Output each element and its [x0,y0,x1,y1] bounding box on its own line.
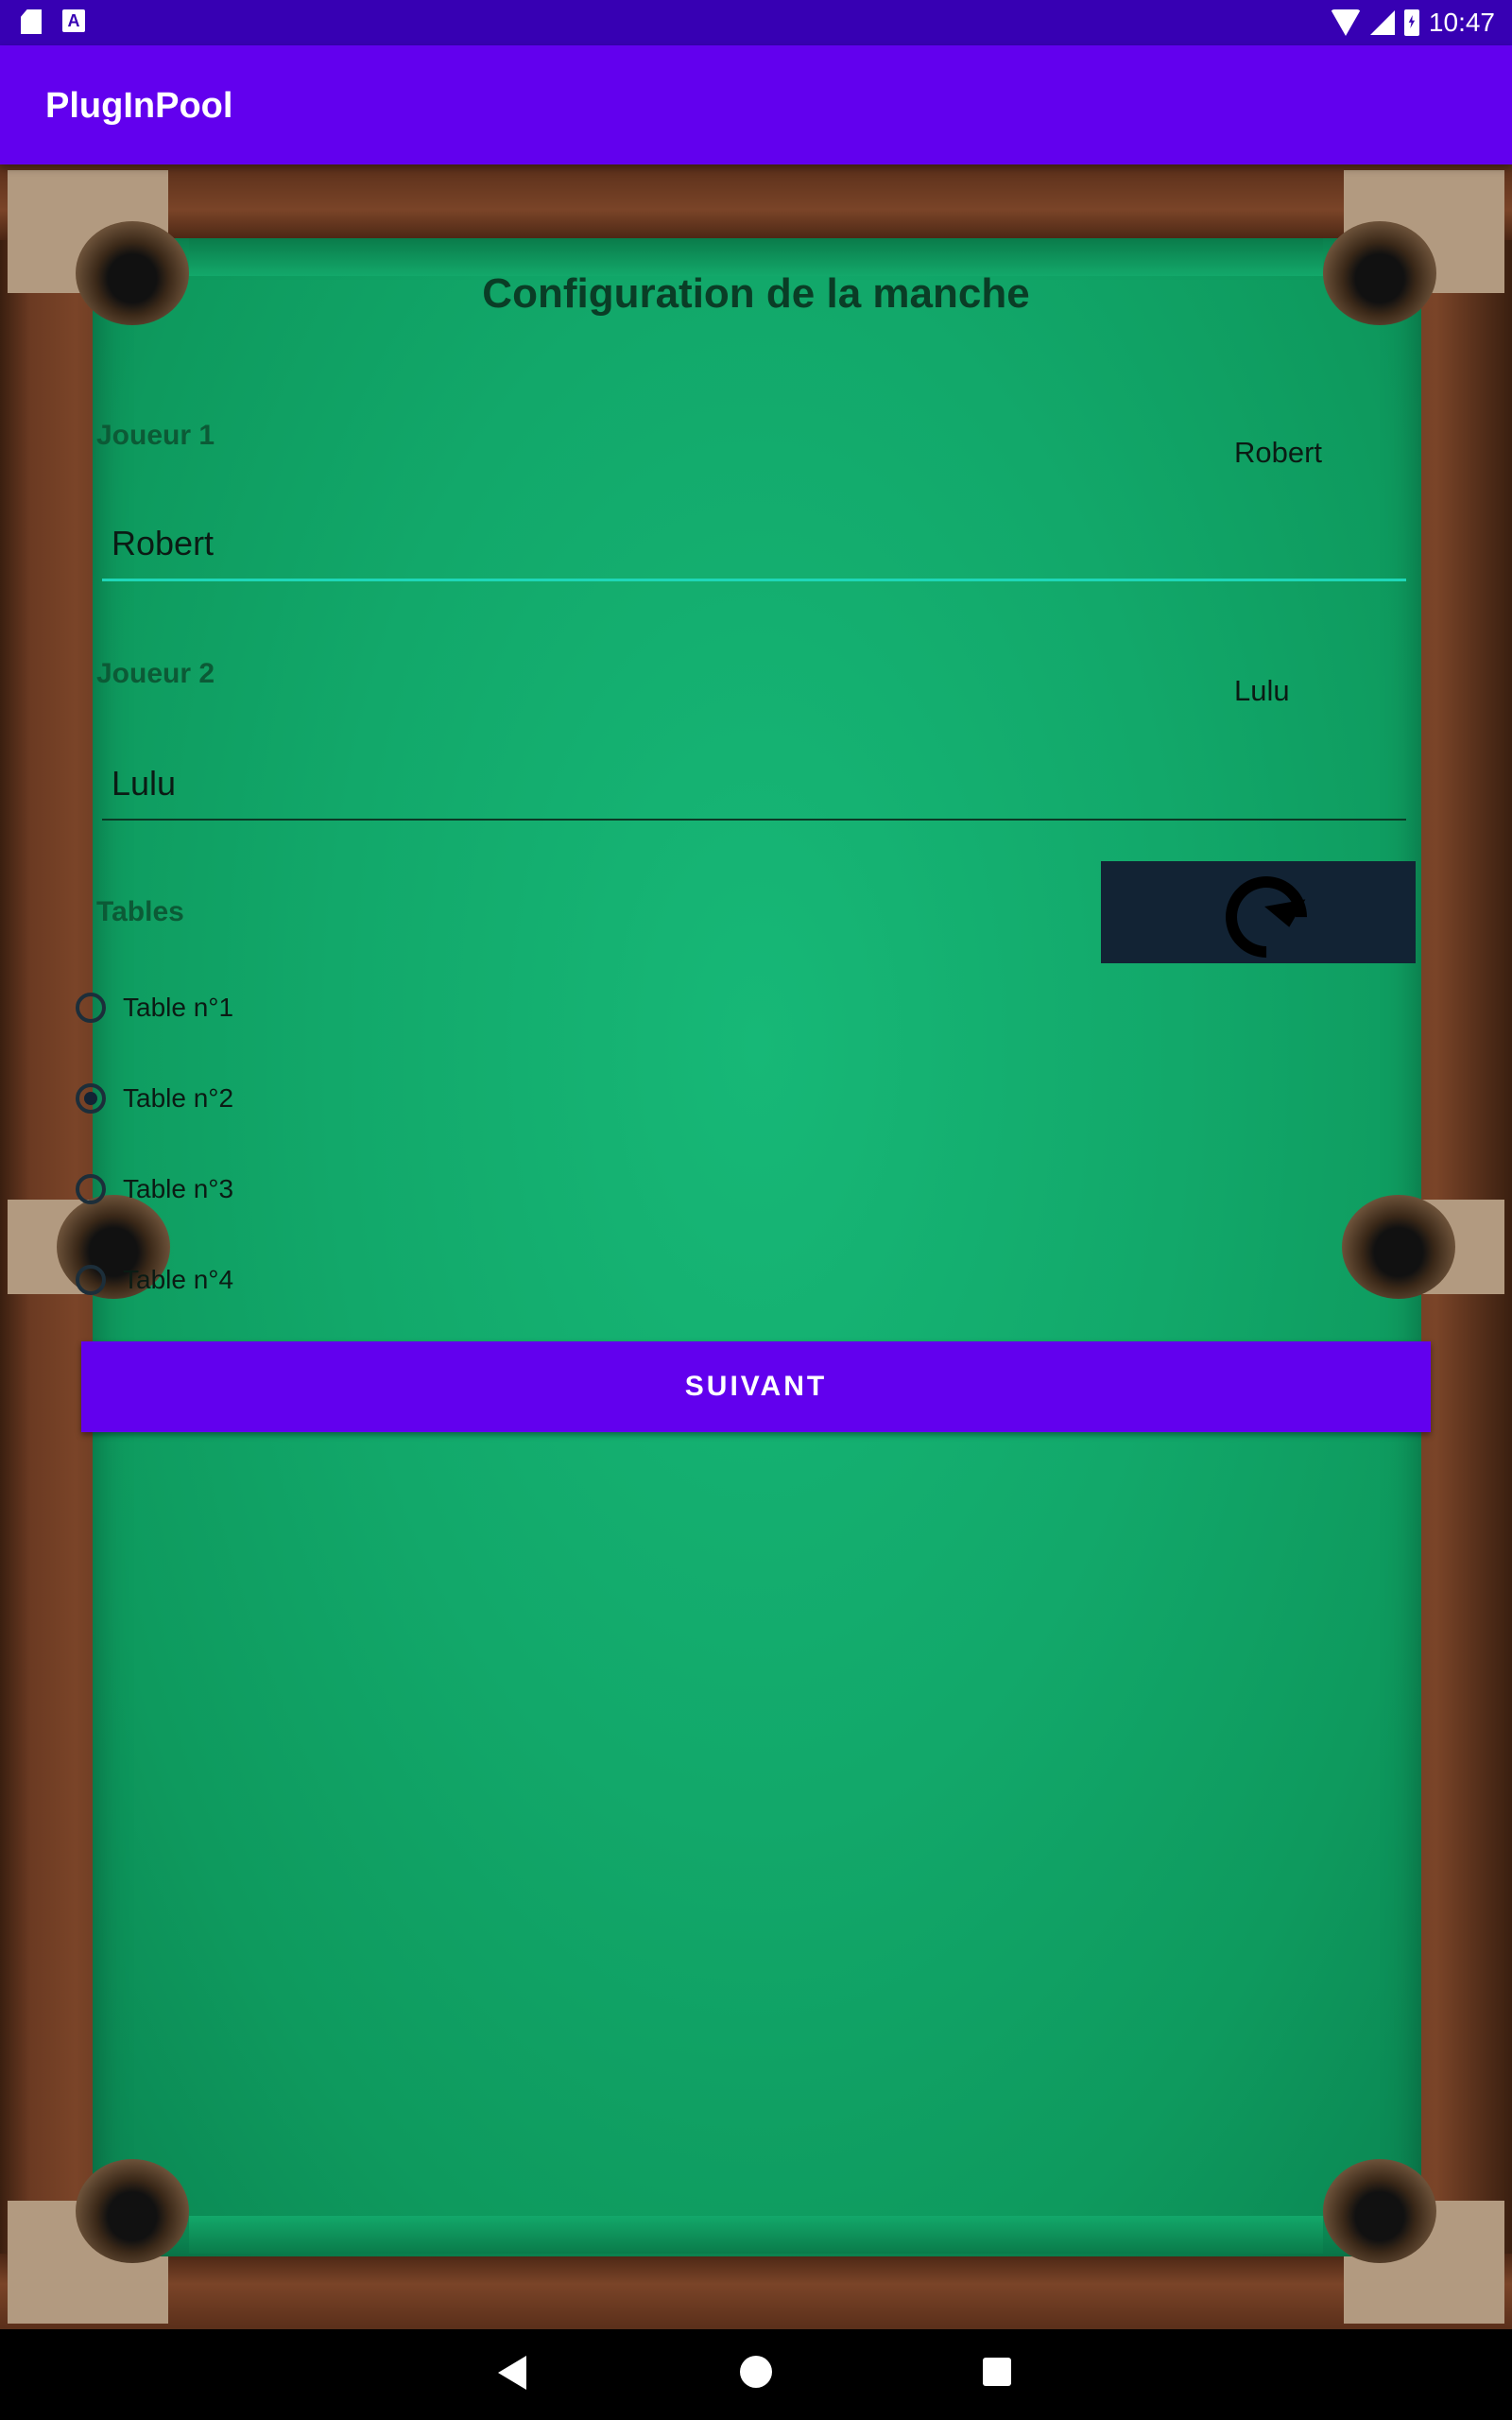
radio-circle [76,1174,106,1204]
table-radio-3[interactable]: Table n°3 [76,1166,233,1213]
radio-circle [76,1265,106,1295]
player2-input[interactable] [102,752,1406,815]
wifi-icon [1330,9,1361,36]
player1-label: Joueur 1 [96,420,215,451]
home-icon[interactable] [740,2356,772,2388]
player1-display: Robert [1234,436,1323,469]
font-icon: A [62,9,85,32]
table-radio-4[interactable]: Table n°4 [76,1256,233,1304]
player1-input[interactable] [102,512,1406,575]
player2-field [102,752,1406,821]
radio-label: Table n°3 [123,1174,234,1203]
radio-circle [76,993,106,1023]
table-radio-1[interactable]: Table n°1 [76,984,233,1031]
player2-label: Joueur 2 [96,658,215,689]
signal-icon [1369,10,1395,35]
recents-icon[interactable] [983,2358,1011,2386]
page-title: Configuration de la manche [482,270,1030,317]
tables-label: Tables [96,896,184,927]
radio-label: Table n°4 [123,1265,234,1294]
next-button[interactable]: SUIVANT [81,1341,1431,1432]
system-nav-bar [0,2329,1512,2420]
app-bar: PlugInPool [0,45,1512,164]
radio-label: Table n°1 [123,993,234,1022]
radio-label: Table n°2 [123,1083,234,1113]
pool-table-background: Configuration de la manche Joueur 1 Robe… [0,164,1512,2329]
status-time: 10:47 [1428,8,1495,37]
round-config-form: Configuration de la manche Joueur 1 Robe… [0,164,1512,2329]
app-title: PlugInPool [45,86,233,126]
battery-charging-icon [1403,9,1419,36]
player2-display: Lulu [1234,674,1290,707]
refresh-button[interactable] [1101,859,1416,975]
table-radio-2[interactable]: Table n°2 [76,1075,233,1122]
radio-circle-selected [76,1083,106,1114]
player1-field [102,512,1406,581]
sd-card-icon [21,9,42,34]
status-bar: A 10:47 [0,0,1512,45]
back-icon[interactable] [498,2356,526,2390]
